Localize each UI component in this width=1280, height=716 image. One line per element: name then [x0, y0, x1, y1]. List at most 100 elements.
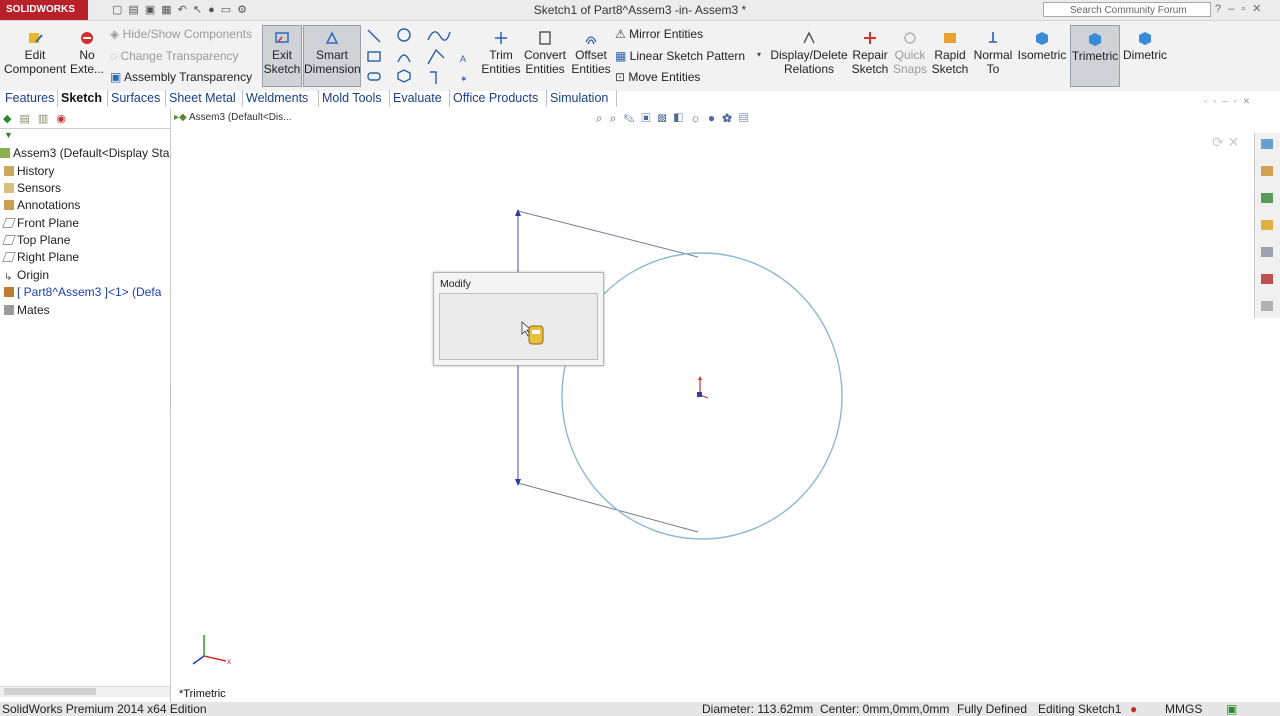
assembly-transparency-button[interactable]: ▣ Assembly Transparency: [110, 70, 252, 84]
circle-icon: [397, 28, 411, 42]
line-icon: [367, 29, 381, 43]
isometric-icon: [1036, 32, 1048, 45]
trimetric-icon: [1089, 33, 1101, 46]
status-center: Center: 0mm,0mm,0mm: [820, 702, 950, 716]
pattern-dropdown-icon[interactable]: ▾: [757, 50, 761, 59]
mirror-entities-button[interactable]: ⚠ Mirror Entities: [615, 27, 703, 41]
tree-item-sensors[interactable]: Sensors: [4, 181, 61, 195]
feature-manager-icon[interactable]: ◆: [3, 113, 19, 125]
transparency-icon: ◌: [110, 49, 121, 63]
tree-item-right-plane[interactable]: Right Plane: [2, 250, 79, 264]
rebuild-status-icon[interactable]: ●: [1130, 702, 1137, 716]
tab-surfaces[interactable]: Surfaces: [108, 90, 166, 107]
appearances-tab-icon[interactable]: [1261, 247, 1273, 257]
modify-dialog-body[interactable]: [439, 293, 598, 360]
linear-sketch-pattern-button[interactable]: ▦ Linear Sketch Pattern: [615, 49, 745, 63]
filter-icon[interactable]: ▼: [4, 130, 13, 140]
configuration-manager-icon[interactable]: ▥: [38, 113, 56, 125]
annotations-icon: [4, 200, 14, 210]
upper-tangent-line[interactable]: [517, 210, 699, 258]
tree-item-front-plane[interactable]: Front Plane: [2, 216, 79, 230]
doc-window-controls[interactable]: ▫▫–▫✕: [1204, 96, 1256, 107]
help-icon[interactable]: ?: [1215, 3, 1228, 15]
minimize-icon[interactable]: –: [1228, 3, 1241, 15]
mates-icon: [4, 305, 14, 315]
polygon-icon: [397, 69, 411, 83]
units-selector[interactable]: MMGS: [1165, 702, 1202, 716]
lower-tangent-line[interactable]: [517, 482, 699, 533]
tab-sketch[interactable]: Sketch: [58, 90, 108, 107]
rapid-sketch-icon: [944, 33, 956, 43]
tree-item-origin[interactable]: ↳ Origin: [4, 268, 49, 283]
triad-axes-icon: x: [192, 635, 231, 666]
svg-text:x: x: [227, 657, 231, 666]
busy-cursor-icon: [521, 321, 544, 345]
search-input[interactable]: Search Community Forum: [1043, 2, 1211, 17]
no-external-button[interactable]: No Exte...: [70, 30, 104, 76]
repair-sketch-button[interactable]: Repair Sketch: [850, 30, 890, 76]
design-library-tab-icon[interactable]: [1261, 166, 1273, 176]
task-pane-tabs: [1254, 133, 1280, 318]
origin-icon: ↳: [4, 272, 13, 283]
tab-weldments[interactable]: Weldments: [243, 90, 319, 107]
normal-to-button[interactable]: Normal To: [972, 30, 1014, 76]
confirmation-corner-icon[interactable]: ⟳ ✕: [1212, 134, 1239, 151]
tab-evaluate[interactable]: Evaluate: [390, 90, 450, 107]
status-defined: Fully Defined: [957, 702, 1028, 716]
mirror-icon: ⚠: [615, 27, 630, 41]
tab-sheet-metal[interactable]: Sheet Metal: [166, 90, 243, 107]
close-icon[interactable]: ✕: [1252, 3, 1268, 15]
convert-entities-button[interactable]: Convert Entities: [523, 30, 567, 76]
isometric-button[interactable]: Isometric: [1016, 30, 1068, 62]
tree-root-assembly[interactable]: Assem3 (Default<Display Sta: [0, 146, 169, 160]
file-explorer-tab-icon[interactable]: [1261, 193, 1273, 203]
tree-item-annotations[interactable]: Annotations: [4, 198, 80, 212]
exit-sketch-button[interactable]: Exit Sketch: [262, 25, 302, 87]
text-icon: A: [460, 54, 466, 64]
move-entities-button[interactable]: ⊡ Move Entities: [615, 70, 700, 84]
offset-entities-button[interactable]: Offset Entities: [570, 30, 612, 76]
custom-properties-tab-icon[interactable]: [1261, 274, 1273, 284]
horizontal-scrollbar[interactable]: [0, 686, 170, 697]
rapid-sketch-button[interactable]: Rapid Sketch: [930, 30, 970, 76]
restore-icon[interactable]: ▫: [1241, 3, 1252, 15]
view-palette-tab-icon[interactable]: [1261, 220, 1273, 230]
status-help-icon[interactable]: ▣: [1226, 702, 1237, 716]
tree-item-history[interactable]: History: [4, 164, 54, 178]
offset-icon: [430, 71, 437, 84]
tab-simulation[interactable]: Simulation: [547, 90, 617, 107]
arc-icon: [397, 54, 411, 63]
tree-item-top-plane[interactable]: Top Plane: [2, 233, 70, 247]
window-controls[interactable]: ?–▫✕: [1215, 2, 1268, 15]
quick-snaps-button[interactable]: Quick Snaps: [892, 30, 928, 76]
scrollbar-thumb[interactable]: [4, 688, 96, 695]
tab-mold-tools[interactable]: Mold Tools: [319, 90, 390, 107]
modify-dialog[interactable]: Modify: [433, 272, 604, 366]
rectangle-icon: [367, 51, 381, 62]
spline-icon: [427, 31, 451, 41]
sketch-endpoint-bottom[interactable]: [515, 479, 521, 486]
sensors-icon: [4, 183, 14, 193]
relations-icon: [803, 31, 815, 44]
trimetric-button[interactable]: Trimetric: [1070, 25, 1120, 87]
sketch-endpoint-top[interactable]: [515, 209, 521, 216]
display-manager-icon[interactable]: ◉: [56, 113, 74, 125]
change-transparency-button[interactable]: ◌ Change Transparency: [110, 49, 239, 63]
tree-item-mates[interactable]: Mates: [4, 303, 50, 317]
sketch-canvas[interactable]: x: [171, 108, 1251, 702]
forum-tab-icon[interactable]: [1261, 301, 1273, 311]
sketch-tools-grid[interactable]: A ✶: [364, 26, 474, 86]
smart-dimension-icon: [325, 31, 339, 44]
hide-show-components-button[interactable]: ◈ Hide/Show Components: [110, 27, 252, 41]
tab-office-products[interactable]: Office Products: [450, 90, 547, 107]
trim-entities-button[interactable]: Trim Entities: [480, 30, 522, 76]
dimetric-button[interactable]: Dimetric: [1122, 30, 1168, 62]
manager-tabs[interactable]: ◆▤▥◉: [3, 112, 74, 125]
edit-component-button[interactable]: Edit Component: [2, 30, 68, 76]
tree-item-part8[interactable]: [ Part8^Assem3 ]<1> (Defa: [4, 285, 161, 299]
resources-tab-icon[interactable]: [1261, 139, 1273, 149]
property-manager-icon[interactable]: ▤: [19, 113, 37, 125]
smart-dimension-button[interactable]: Smart Dimension: [303, 25, 361, 87]
tab-features[interactable]: Features: [2, 90, 58, 107]
display-delete-relations-button[interactable]: Display/Delete Relations: [768, 30, 850, 76]
